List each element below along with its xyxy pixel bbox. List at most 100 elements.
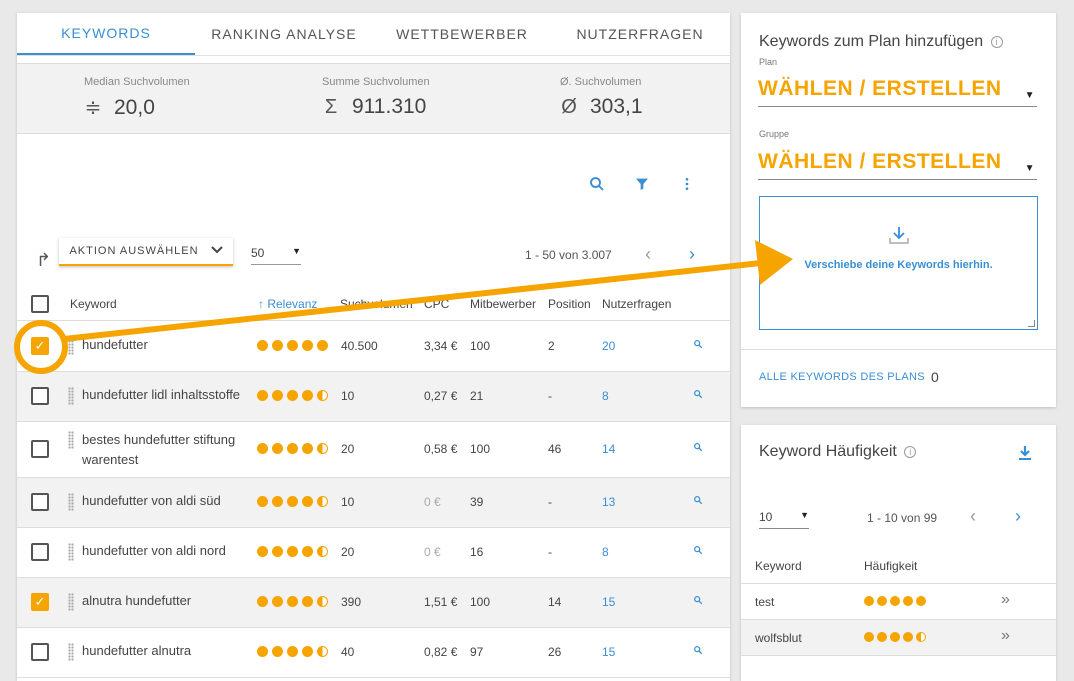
keyword-text: hundefutter alnutra	[82, 643, 192, 658]
chevron-right-icon[interactable]: ›	[1015, 506, 1021, 527]
table-row[interactable]: ✓ alnutra hundefutter 390 1,51 € 100 14 15	[17, 578, 730, 628]
frequency-row[interactable]: wolfsblut »	[741, 620, 1056, 656]
nutzerfragen-link[interactable]: 8	[602, 545, 609, 559]
rating-dot	[890, 596, 900, 606]
nutzerfragen-link[interactable]: 15	[602, 645, 615, 659]
table-row[interactable]: ✓ hundefutter 40.500 3,34 € 100 2 20	[17, 322, 730, 372]
stats-bar: Median Suchvolumen ≑ 20,0 Summe Suchvolum…	[17, 63, 730, 134]
col-relevanz[interactable]: ↑ Relevanz	[258, 297, 317, 311]
drag-handle-icon[interactable]	[68, 337, 74, 355]
drag-handle-icon[interactable]	[68, 643, 74, 661]
row-checkbox[interactable]	[31, 440, 49, 458]
action-select-button[interactable]: AKTION AUSWÄHLEN	[59, 238, 233, 266]
more-vert-icon[interactable]	[676, 173, 698, 195]
sum-icon: Σ	[324, 95, 338, 118]
plan-select[interactable]: WÄHLEN / ERSTELLEN ▼	[758, 77, 1037, 107]
col-mitbewerber[interactable]: Mitbewerber	[470, 297, 536, 311]
filter-icon[interactable]	[631, 173, 653, 195]
drag-handle-icon[interactable]	[68, 593, 74, 611]
table-row[interactable]: hundefutter von aldi nord 20 0 € 16 - 8	[17, 528, 730, 578]
mitbewerber-value: 16	[470, 545, 484, 559]
rating-dot	[287, 340, 298, 351]
info-icon[interactable]: i	[904, 446, 917, 458]
per-page-select[interactable]: 50 ▼	[251, 246, 301, 265]
frequency-panel: Keyword Häufigkeit i 10 ▼ 1 - 10 von 99 …	[741, 425, 1056, 681]
select-all-checkbox[interactable]	[31, 295, 49, 313]
resize-handle[interactable]	[1028, 320, 1035, 327]
cpc-value: 1,51 €	[424, 595, 458, 609]
search-icon[interactable]	[693, 495, 703, 508]
frequency-row[interactable]: test »	[741, 584, 1056, 620]
drag-handle-icon[interactable]	[68, 543, 74, 561]
search-icon[interactable]	[693, 339, 703, 352]
row-checkbox[interactable]: ✓	[31, 593, 49, 611]
col-suchvolumen[interactable]: Suchvolumen	[340, 297, 419, 311]
frequency-pagination: 1 - 10 von 99	[867, 511, 938, 525]
action-label: AKTION AUSWÄHLEN	[69, 245, 199, 257]
rating-dot	[272, 596, 283, 607]
suchvolumen-value: 10	[341, 495, 355, 509]
rating-dot	[302, 496, 313, 507]
rating-dot	[864, 596, 874, 606]
table-header: Keyword ↑ Relevanz Suchvolumen CPC Mitbe…	[17, 293, 730, 321]
row-checkbox[interactable]	[31, 387, 49, 405]
chevron-right-icon[interactable]: ›	[689, 244, 695, 265]
row-checkbox[interactable]	[31, 643, 49, 661]
chevron-left-icon[interactable]: ‹	[970, 506, 976, 527]
download-icon[interactable]	[1017, 445, 1033, 466]
search-icon[interactable]	[693, 595, 703, 608]
rating-dot	[257, 496, 268, 507]
col-haeufigkeit[interactable]: Häufigkeit	[864, 559, 917, 573]
table-row[interactable]: hundefutter lidl inhaltsstoffe 10 0,27 € 21…	[17, 372, 730, 422]
rating-dot	[272, 340, 283, 351]
tab-wettbewerber[interactable]: WETTBEWERBER	[373, 13, 551, 55]
table-row[interactable]: hundefutter alnutra 40 0,82 € 97 26 15	[17, 628, 730, 678]
table-row[interactable]: bestes hundefutter stiftung warentest 20 0…	[17, 422, 730, 478]
drag-handle-icon[interactable]	[68, 387, 74, 405]
suchvolumen-value: 40	[341, 645, 355, 659]
search-icon[interactable]	[586, 173, 608, 195]
drag-handle-icon[interactable]	[68, 493, 74, 511]
nutzerfragen-link[interactable]: 13	[602, 495, 615, 509]
nutzerfragen-link[interactable]: 14	[602, 442, 615, 456]
table-row[interactable]: hundefutter von aldi süd 10 0 € 39 - 13	[17, 478, 730, 528]
all-keywords-link[interactable]: ALLE KEYWORDS DES PLANS	[759, 371, 925, 383]
tab-ranking-analyse[interactable]: RANKING ANALYSE	[195, 13, 373, 55]
col-cpc[interactable]: CPC	[424, 297, 449, 311]
row-checkbox[interactable]	[31, 543, 49, 561]
relevance-rating	[257, 390, 328, 401]
keyword-dropzone[interactable]: Verschiebe deine Keywords hierhin.	[759, 196, 1038, 330]
divider	[741, 349, 1056, 350]
col-keyword[interactable]: Keyword	[70, 297, 117, 311]
rating-dot	[287, 646, 298, 657]
search-icon[interactable]	[693, 389, 703, 402]
rating-dot	[272, 390, 283, 401]
col-position[interactable]: Position	[548, 297, 591, 311]
search-icon[interactable]	[693, 442, 703, 455]
mitbewerber-value: 100	[470, 595, 491, 609]
drag-handle-icon[interactable]	[68, 431, 74, 449]
rating-dot	[916, 632, 926, 642]
tab-keywords[interactable]: KEYWORDS	[17, 13, 195, 55]
chevron-left-icon[interactable]: ‹	[645, 244, 651, 265]
double-chevron-icon[interactable]: »	[1001, 627, 1010, 645]
double-chevron-icon[interactable]: »	[1001, 591, 1010, 609]
rating-dot	[317, 646, 328, 657]
info-icon[interactable]: i	[990, 36, 1003, 48]
col-keyword[interactable]: Keyword	[755, 559, 802, 573]
mitbewerber-value: 100	[470, 339, 491, 353]
stat-label: Summe Suchvolumen	[322, 76, 430, 88]
plan-label: Plan	[759, 57, 778, 67]
tab-nutzerfragen[interactable]: NUTZERFRAGEN	[551, 13, 729, 55]
search-icon[interactable]	[693, 545, 703, 558]
frequency-per-page-select[interactable]: 10 ▼	[759, 510, 809, 529]
search-icon[interactable]	[693, 645, 703, 658]
row-checkbox[interactable]	[31, 493, 49, 511]
col-nutzerfragen[interactable]: Nutzerfragen	[602, 297, 671, 311]
group-select[interactable]: WÄHLEN / ERSTELLEN ▼	[758, 150, 1037, 180]
relevance-rating	[257, 340, 328, 351]
nutzerfragen-link[interactable]: 15	[602, 595, 615, 609]
nutzerfragen-link[interactable]: 20	[602, 339, 615, 353]
nutzerfragen-link[interactable]: 8	[602, 389, 609, 403]
row-checkbox[interactable]: ✓	[31, 337, 49, 355]
